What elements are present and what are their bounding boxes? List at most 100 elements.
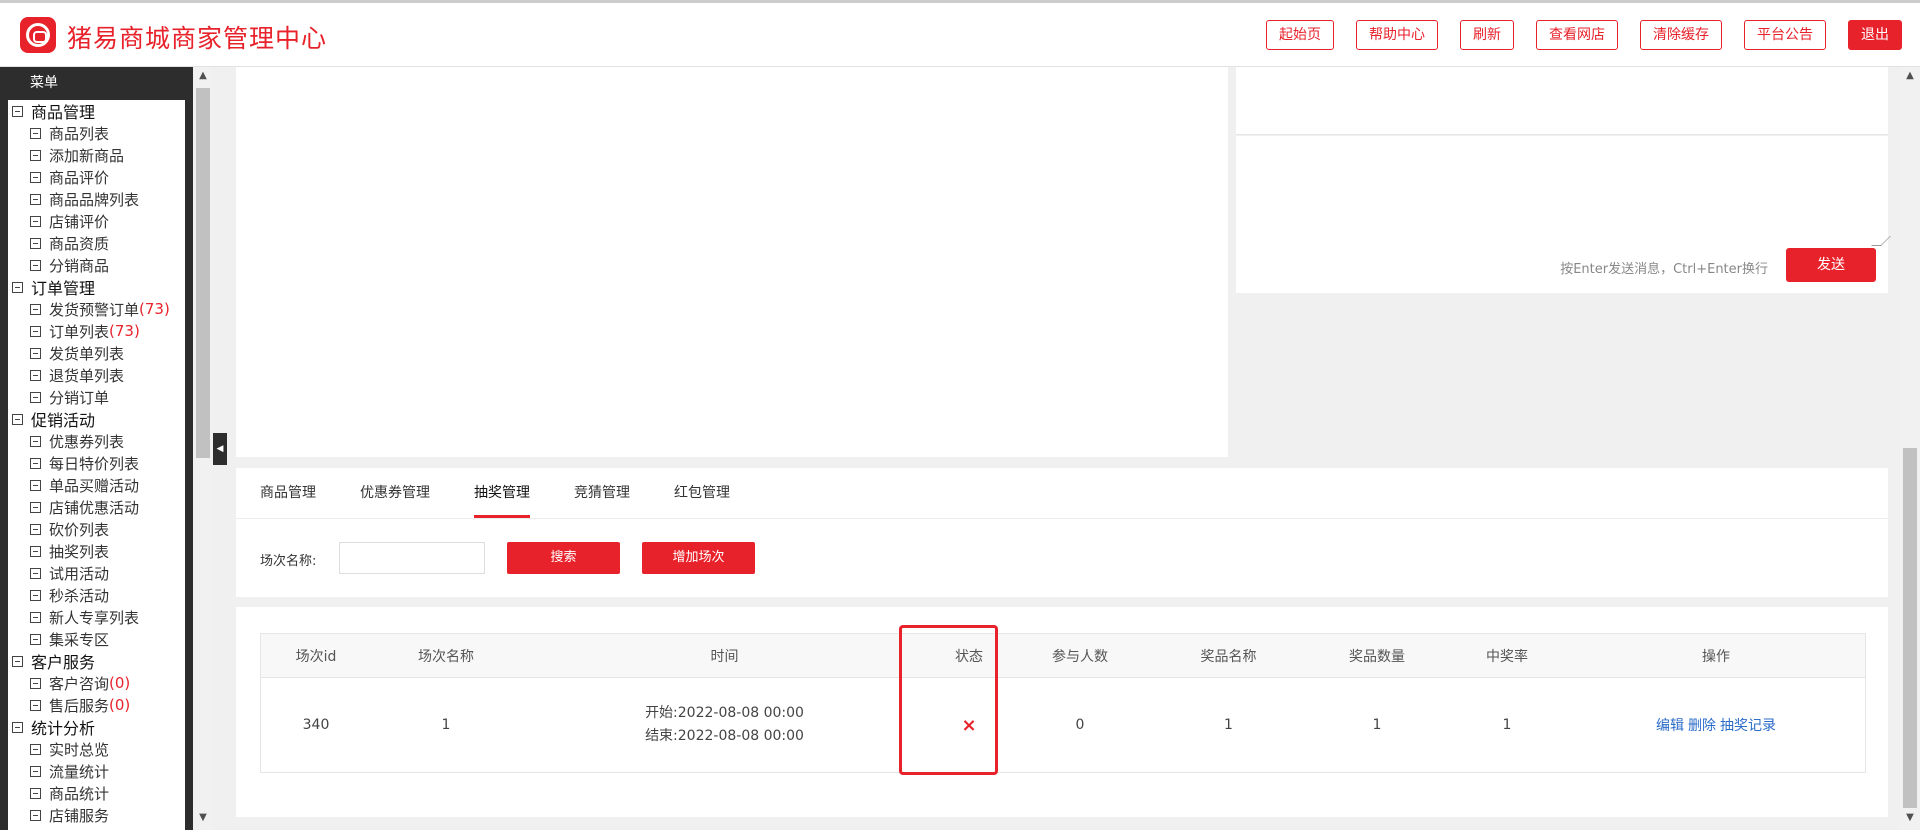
menu-item-customer-inquiry[interactable]: 客户咨询 (0): [8, 672, 185, 694]
menu-item-goods-qualification[interactable]: 商品资质: [8, 232, 185, 254]
collapse-box-icon: [30, 325, 41, 337]
collapse-box-icon: [30, 193, 41, 205]
menu-item-bargain-list[interactable]: 砍价列表: [8, 518, 185, 540]
tab-quiz-management[interactable]: 竞猜管理: [574, 468, 630, 518]
cell-prize-name: 1: [1224, 717, 1233, 733]
collapse-box-icon[interactable]: [12, 721, 23, 733]
collapse-box-icon: [30, 347, 41, 359]
start-time: 开始:2022-08-08 00:00: [645, 705, 804, 721]
collapse-box-icon: [30, 237, 41, 249]
view-store-button[interactable]: 查看网店: [1536, 20, 1618, 50]
menu-item-daily-special[interactable]: 每日特价列表: [8, 452, 185, 474]
menu-item-shipping-alert-orders[interactable]: 发货预警订单 (73): [8, 298, 185, 320]
edit-link[interactable]: 编辑: [1656, 715, 1684, 735]
sidebar-scroll-thumb[interactable]: [196, 88, 210, 458]
tab-bar: 商品管理 优惠券管理 抽奖管理 竞猜管理 红包管理: [260, 468, 774, 518]
menu-item-newcomer[interactable]: 新人专享列表: [8, 606, 185, 628]
menu-item-realtime-overview[interactable]: 实时总览: [8, 738, 185, 760]
tab-lottery-management[interactable]: 抽奖管理: [474, 468, 530, 518]
menu-item-return-list[interactable]: 退货单列表: [8, 364, 185, 386]
scroll-down-arrow-icon[interactable]: ▼: [196, 812, 210, 823]
add-session-button[interactable]: 增加场次: [642, 542, 755, 574]
home-page-button[interactable]: 起始页: [1266, 20, 1334, 50]
menu-item-order-list[interactable]: 订单列表 (73): [8, 320, 185, 342]
menu-item-flash-sale[interactable]: 秒杀活动: [8, 584, 185, 606]
menu-item-store-discount[interactable]: 店铺优惠活动: [8, 496, 185, 518]
menu-item-traffic-stats[interactable]: 流量统计: [8, 760, 185, 782]
menu-item-buy-gift[interactable]: 单品买赠活动: [8, 474, 185, 496]
help-center-button[interactable]: 帮助中心: [1356, 20, 1438, 50]
clear-cache-button[interactable]: 清除缓存: [1640, 20, 1722, 50]
collapse-box-icon[interactable]: [12, 413, 23, 425]
cell-session-name: 1: [441, 717, 451, 733]
menu-item-group-buy[interactable]: 集采专区: [8, 628, 185, 650]
delete-link[interactable]: 删除: [1688, 715, 1716, 735]
menu-item-store-review[interactable]: 店铺评价: [8, 210, 185, 232]
col-participants: 参与人数: [1052, 648, 1108, 665]
col-time: 时间: [710, 648, 739, 665]
collapse-box-icon: [30, 435, 41, 447]
collapse-box-icon: [30, 633, 41, 645]
menu-item-lottery-list[interactable]: 抽奖列表: [8, 540, 185, 562]
page-scroll-up-arrow-icon[interactable]: ▲: [1903, 70, 1917, 81]
menu-tree: 商品管理 商品列表 添加新商品 商品评价 商品品牌列表 店铺评价 商品资质 分销…: [8, 100, 185, 830]
lottery-records-link[interactable]: 抽奖记录: [1720, 715, 1776, 735]
session-name-input[interactable]: [339, 542, 485, 574]
menu-item-goods-review[interactable]: 商品评价: [8, 166, 185, 188]
page-scroll-down-arrow-icon[interactable]: ▼: [1903, 812, 1917, 823]
tab-goods-management[interactable]: 商品管理: [260, 468, 316, 518]
menu-item-delivery-list[interactable]: 发货单列表: [8, 342, 185, 364]
collapse-box-icon[interactable]: [12, 281, 23, 293]
menu-group-orders[interactable]: 订单管理: [8, 276, 185, 298]
menu-item-distribution-goods[interactable]: 分销商品: [8, 254, 185, 276]
scroll-up-arrow-icon[interactable]: ▲: [196, 70, 210, 81]
tab-divider: [236, 518, 1888, 519]
site-title: 猪易商城商家管理中心: [67, 24, 328, 53]
chat-message-area: [236, 67, 1228, 457]
chat-message-input[interactable]: [1236, 136, 1888, 248]
col-prize-name: 奖品名称: [1200, 648, 1257, 665]
after-sales-count-badge: (0): [109, 696, 131, 714]
send-button[interactable]: 发送: [1786, 248, 1876, 282]
menu-item-store-service[interactable]: 店铺服务: [8, 804, 185, 826]
menu-item-trial[interactable]: 试用活动: [8, 562, 185, 584]
menu-group-goods[interactable]: 商品管理: [8, 100, 185, 122]
collapse-box-icon: [30, 215, 41, 227]
collapse-box-icon: [30, 787, 41, 799]
menu-group-customer-service[interactable]: 客户服务: [8, 650, 185, 672]
menu-item-add-goods[interactable]: 添加新商品: [8, 144, 185, 166]
site-logo[interactable]: [20, 17, 56, 53]
collapse-box-icon: [30, 391, 41, 403]
collapse-box-icon: [30, 149, 41, 161]
collapse-box-icon: [30, 611, 41, 623]
collapse-box-icon: [30, 259, 41, 271]
collapse-box-icon: [30, 303, 41, 315]
page-scroll-thumb[interactable]: [1903, 448, 1917, 808]
collapse-box-icon[interactable]: [12, 655, 23, 667]
menu-item-brand-list[interactable]: 商品品牌列表: [8, 188, 185, 210]
top-header: 猪易商城商家管理中心 起始页 帮助中心 刷新 查看网店 清除缓存 平台公告 退出: [0, 0, 1920, 67]
tab-coupon-management[interactable]: 优惠券管理: [360, 468, 430, 518]
tab-red-packet-management[interactable]: 红包管理: [674, 468, 730, 518]
collapse-box-icon: [30, 479, 41, 491]
sidebar-collapse-arrow-icon[interactable]: ◀: [213, 433, 227, 465]
menu-group-promotions[interactable]: 促销活动: [8, 408, 185, 430]
refresh-button[interactable]: 刷新: [1460, 20, 1514, 50]
menu-item-distribution-orders[interactable]: 分销订单: [8, 386, 185, 408]
collapse-box-icon: [30, 677, 41, 689]
col-prize-count: 奖品数量: [1349, 648, 1405, 665]
collapse-box-icon: [30, 809, 41, 821]
collapse-box-icon[interactable]: [12, 105, 23, 117]
menu-item-after-sales[interactable]: 售后服务 (0): [8, 694, 185, 716]
search-button[interactable]: 搜索: [507, 542, 620, 574]
inquiry-count-badge: (0): [109, 674, 131, 692]
col-win-rate: 中奖率: [1486, 648, 1528, 665]
menu-group-statistics[interactable]: 统计分析: [8, 716, 185, 738]
table-row: 340 1 开始:2022-08-08 00:00 结束:2022-08-08 …: [261, 678, 1865, 772]
menu-item-goods-stats[interactable]: 商品统计: [8, 782, 185, 804]
menu-item-goods-list[interactable]: 商品列表: [8, 122, 185, 144]
menu-item-coupon-list[interactable]: 优惠券列表: [8, 430, 185, 452]
logout-button[interactable]: 退出: [1848, 20, 1902, 50]
collapse-box-icon: [30, 369, 41, 381]
platform-notice-button[interactable]: 平台公告: [1744, 20, 1826, 50]
